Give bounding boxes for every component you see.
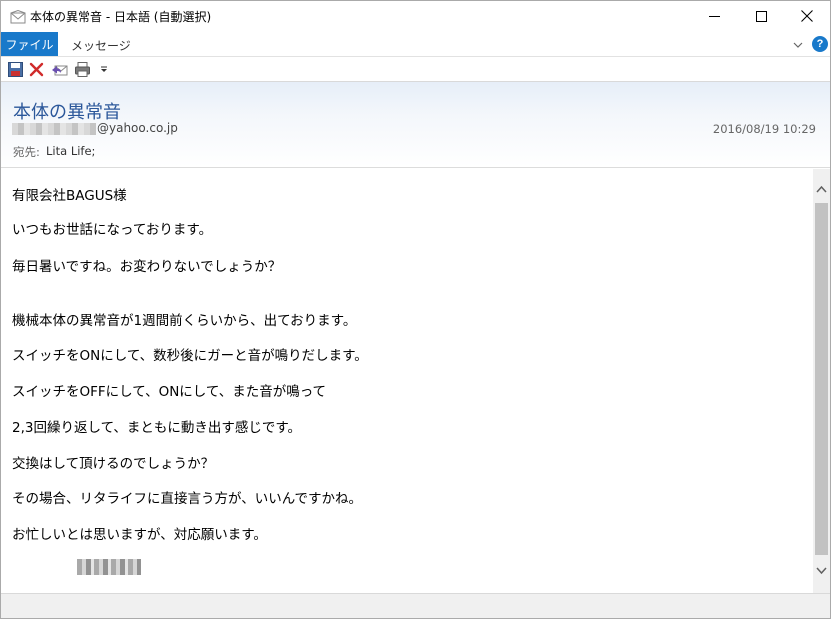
tab-message[interactable]: メッセージ: [71, 37, 131, 54]
customize-dropdown-icon[interactable]: [97, 61, 114, 78]
chevron-down-icon[interactable]: [791, 37, 805, 51]
help-button[interactable]: ?: [812, 36, 828, 52]
signature-redacted: [77, 559, 141, 575]
close-icon: [801, 7, 813, 26]
body-line: 機械本体の異常音が1週間前くらいから、出ております。: [12, 313, 357, 329]
reply-icon[interactable]: [51, 61, 68, 78]
chevron-up-icon: [816, 178, 827, 197]
maximize-icon: [755, 7, 767, 26]
ribbon-tabs: ファイル メッセージ ?: [1, 32, 830, 57]
message-header: 本体の異常音 @yahoo.co.jp 2016/08/19 10:29 宛先:…: [1, 82, 830, 168]
minimize-icon: [708, 7, 720, 26]
vertical-scrollbar[interactable]: [813, 169, 830, 593]
body-line: その場合、リタライフに直接言う方が、いいんですかね。: [12, 491, 363, 507]
status-bar: [1, 593, 830, 618]
maximize-button[interactable]: [738, 1, 784, 32]
save-icon[interactable]: [7, 61, 24, 78]
sender-address[interactable]: @yahoo.co.jp: [97, 121, 178, 135]
chevron-down-icon: [816, 560, 827, 579]
body-line: いつもお世話になっております。: [12, 222, 213, 238]
message-date: 2016/08/19 10:29: [712, 122, 816, 136]
body-line: 交換はして頂けるのでしょうか？: [12, 456, 215, 472]
scroll-up-button[interactable]: [813, 179, 830, 196]
print-icon[interactable]: [74, 61, 91, 78]
minimize-button[interactable]: [691, 1, 737, 32]
body-line: 2,3回繰り返して、まともに動き出す感じです。: [12, 420, 302, 436]
body-line: 有限会社BAGUS様: [12, 188, 127, 204]
to-recipient[interactable]: Lita Life;: [46, 144, 95, 158]
window-title: 本体の異常音 - 日本語 (自動選択): [30, 10, 212, 24]
message-body[interactable]: 有限会社BAGUS様 いつもお世話になっております。 毎日暑いですね。お変わりな…: [1, 169, 813, 593]
envelope-icon: [10, 9, 26, 24]
quick-access-toolbar: [1, 57, 830, 82]
title-bar: 本体の異常音 - 日本語 (自動選択): [1, 1, 830, 32]
body-line: スイッチをONにして、数秒後にガーと音が鳴りだします。: [12, 348, 368, 364]
body-line: お忙しいとは思いますが、対応願います。: [12, 527, 267, 543]
delete-icon[interactable]: [28, 61, 45, 78]
tab-file[interactable]: ファイル: [1, 32, 58, 56]
sender-redacted: [12, 123, 96, 135]
scroll-thumb[interactable]: [815, 203, 828, 555]
body-line: スイッチをOFFにして、ONにして、また音が鳴って: [12, 384, 327, 400]
email-window: 本体の異常音 - 日本語 (自動選択) ファイル メッセージ ? 本体の異常音 …: [0, 0, 831, 619]
scroll-down-button[interactable]: [813, 561, 830, 578]
close-button[interactable]: [784, 1, 830, 32]
to-label: 宛先:: [13, 145, 40, 159]
body-line: 毎日暑いですね。お変わりないでしょうか？: [12, 259, 282, 275]
